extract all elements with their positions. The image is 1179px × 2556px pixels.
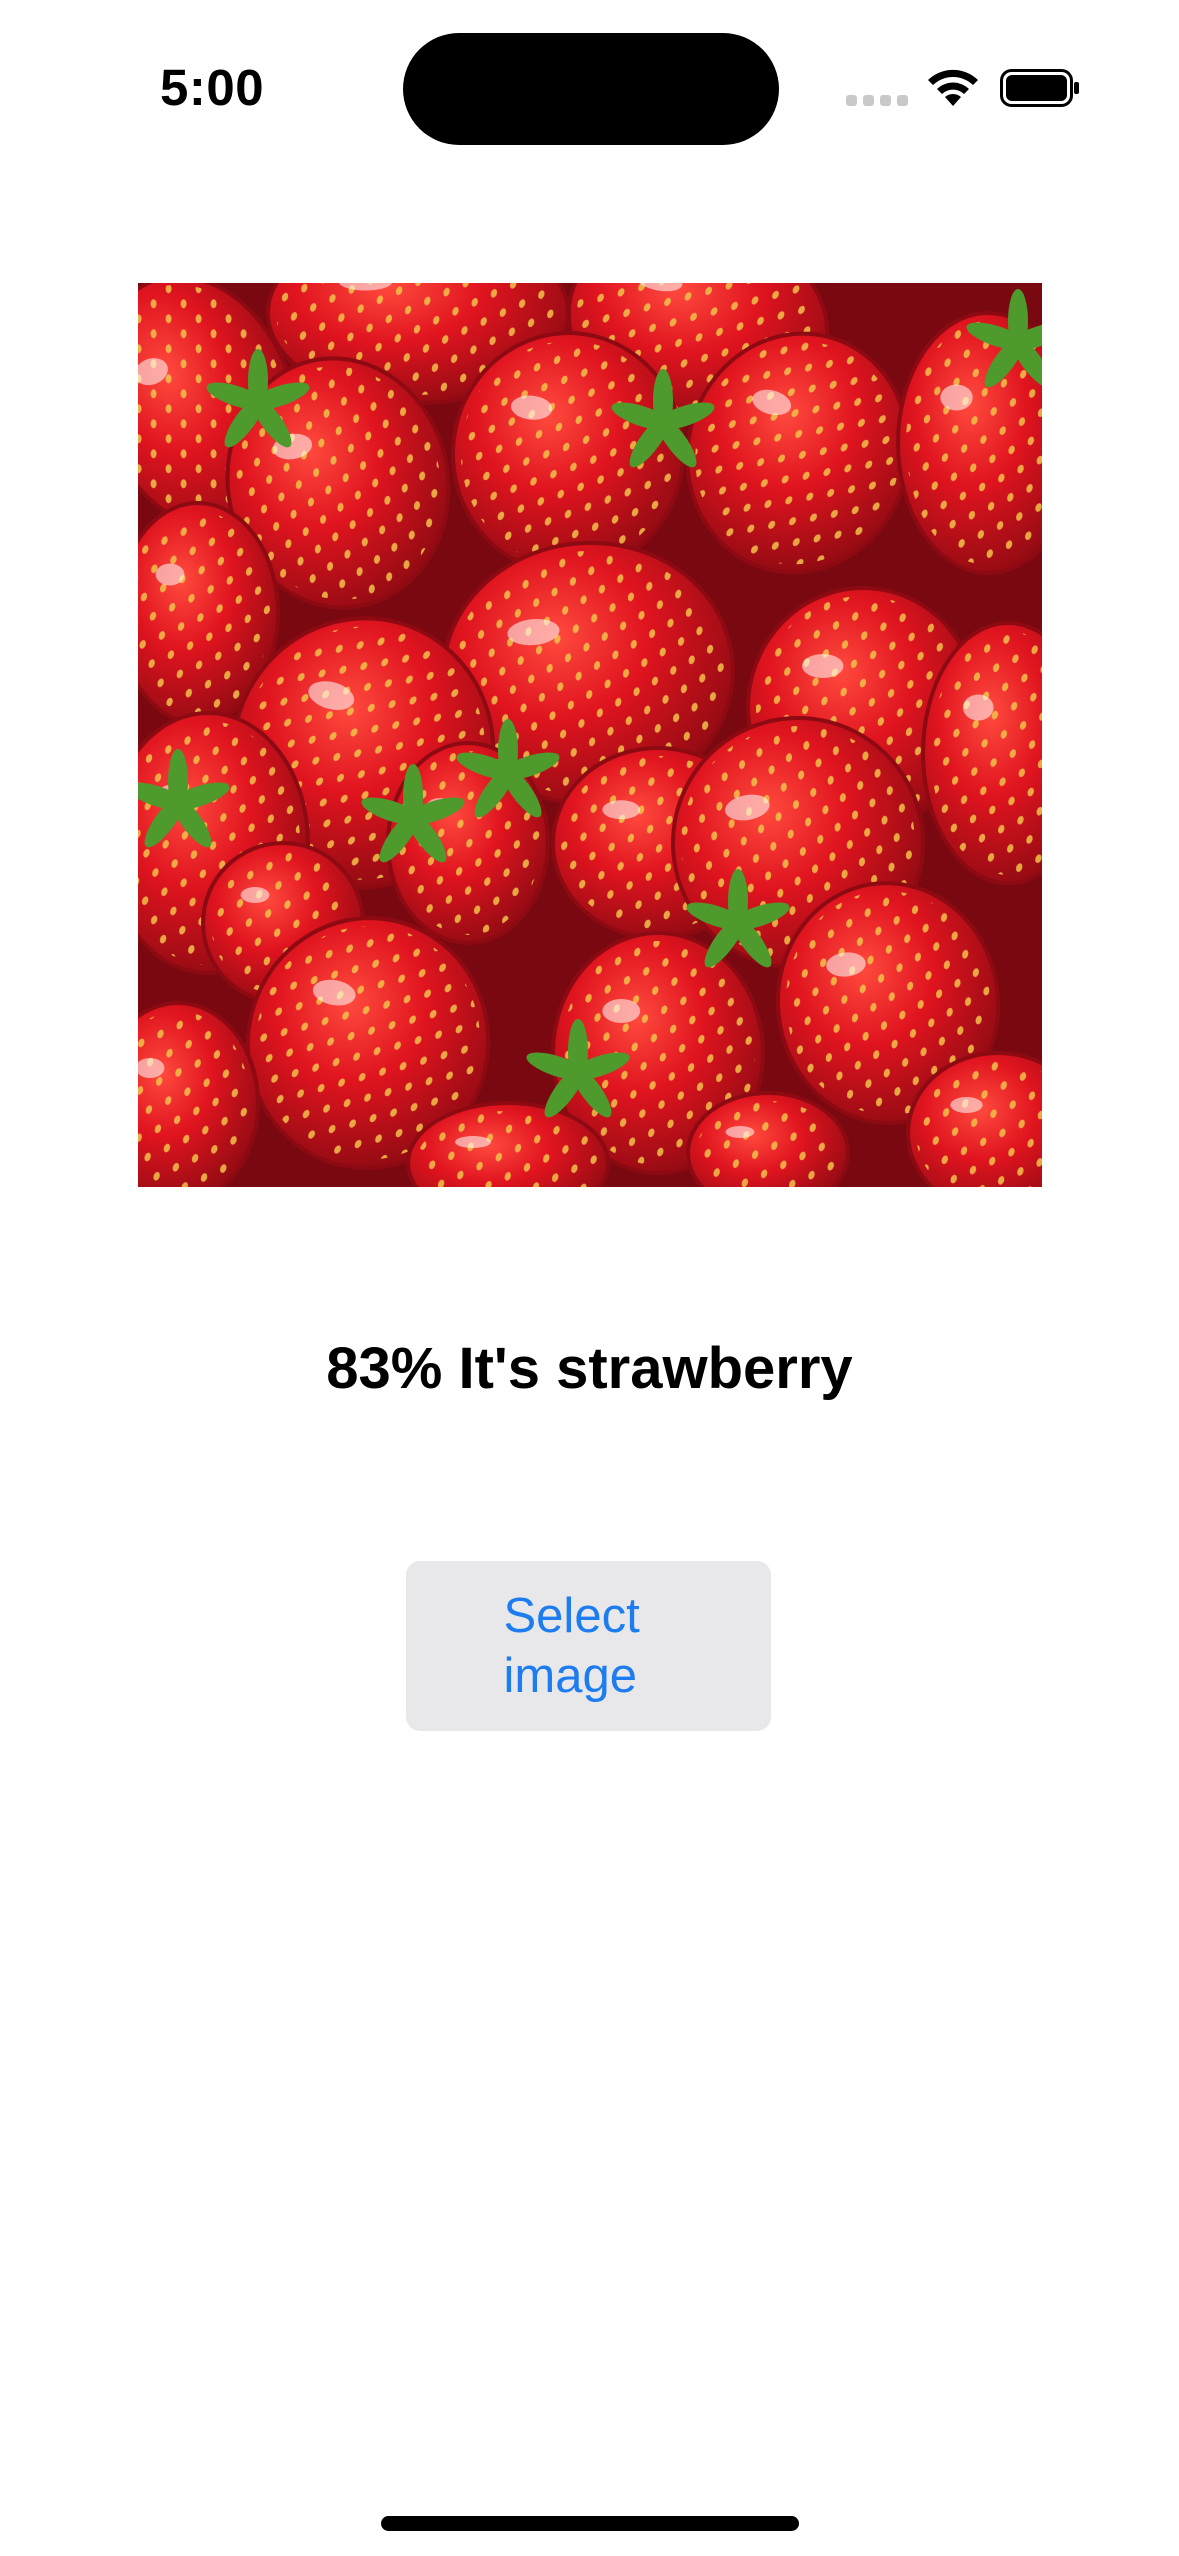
home-indicator[interactable] [381, 2516, 799, 2531]
select-image-button-label: Select image [503, 1589, 640, 1703]
dynamic-island [403, 33, 779, 145]
cellular-signal-icon [846, 95, 908, 109]
battery-icon [1000, 69, 1079, 107]
strawberry-image [138, 283, 1042, 1187]
wifi-icon [928, 69, 978, 106]
status-bar: 5:00 [0, 0, 1179, 175]
prediction-result-label: 83% It's strawberry [326, 1336, 853, 1401]
select-image-button[interactable]: Select image [406, 1561, 771, 1731]
status-time: 5:00 [160, 59, 265, 116]
